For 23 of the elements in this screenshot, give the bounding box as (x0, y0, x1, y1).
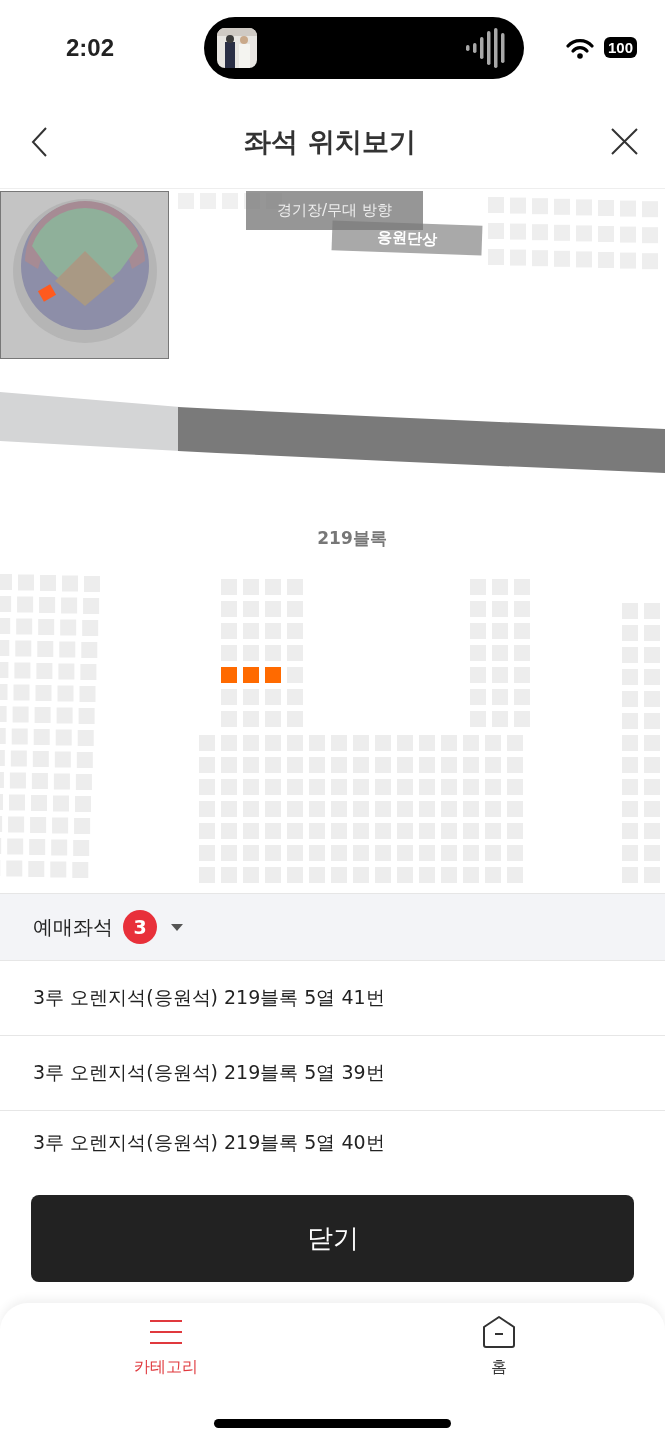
status-time: 2:02 (66, 33, 116, 62)
seat[interactable] (221, 667, 237, 683)
seat-info: 3루 오렌지석(응원석) 219블록 5열 40번 (32, 1129, 386, 1155)
home-icon (481, 1315, 516, 1349)
battery-level: 100 (603, 37, 637, 58)
tab[interactable]: 카테고리 (0, 1315, 333, 1378)
block-label: 219블록 (316, 527, 388, 550)
seat[interactable] (243, 667, 259, 683)
waveform-icon (466, 27, 506, 68)
section-label: 예매좌석 (33, 913, 113, 941)
menu-icon (149, 1319, 184, 1345)
close-button[interactable]: 닫기 (31, 1195, 634, 1282)
seat-info: 3루 오렌지석(응원석) 219블록 5열 39번 (0, 1036, 665, 1111)
wifi-icon (565, 36, 594, 59)
page-title: 좌석 위치보기 (244, 124, 416, 159)
back-button[interactable] (30, 125, 50, 158)
caret-icon (171, 923, 183, 931)
tab[interactable]: 홈 (332, 1315, 665, 1378)
count-badge: 3 (123, 910, 157, 944)
seat-info: 3루 오렌지석(응원석) 219블록 5열 41번 (0, 961, 665, 1036)
close-button[interactable] (610, 127, 639, 156)
seat[interactable] (265, 667, 281, 683)
direction-label: 경기장/무대 방향 (246, 191, 423, 230)
